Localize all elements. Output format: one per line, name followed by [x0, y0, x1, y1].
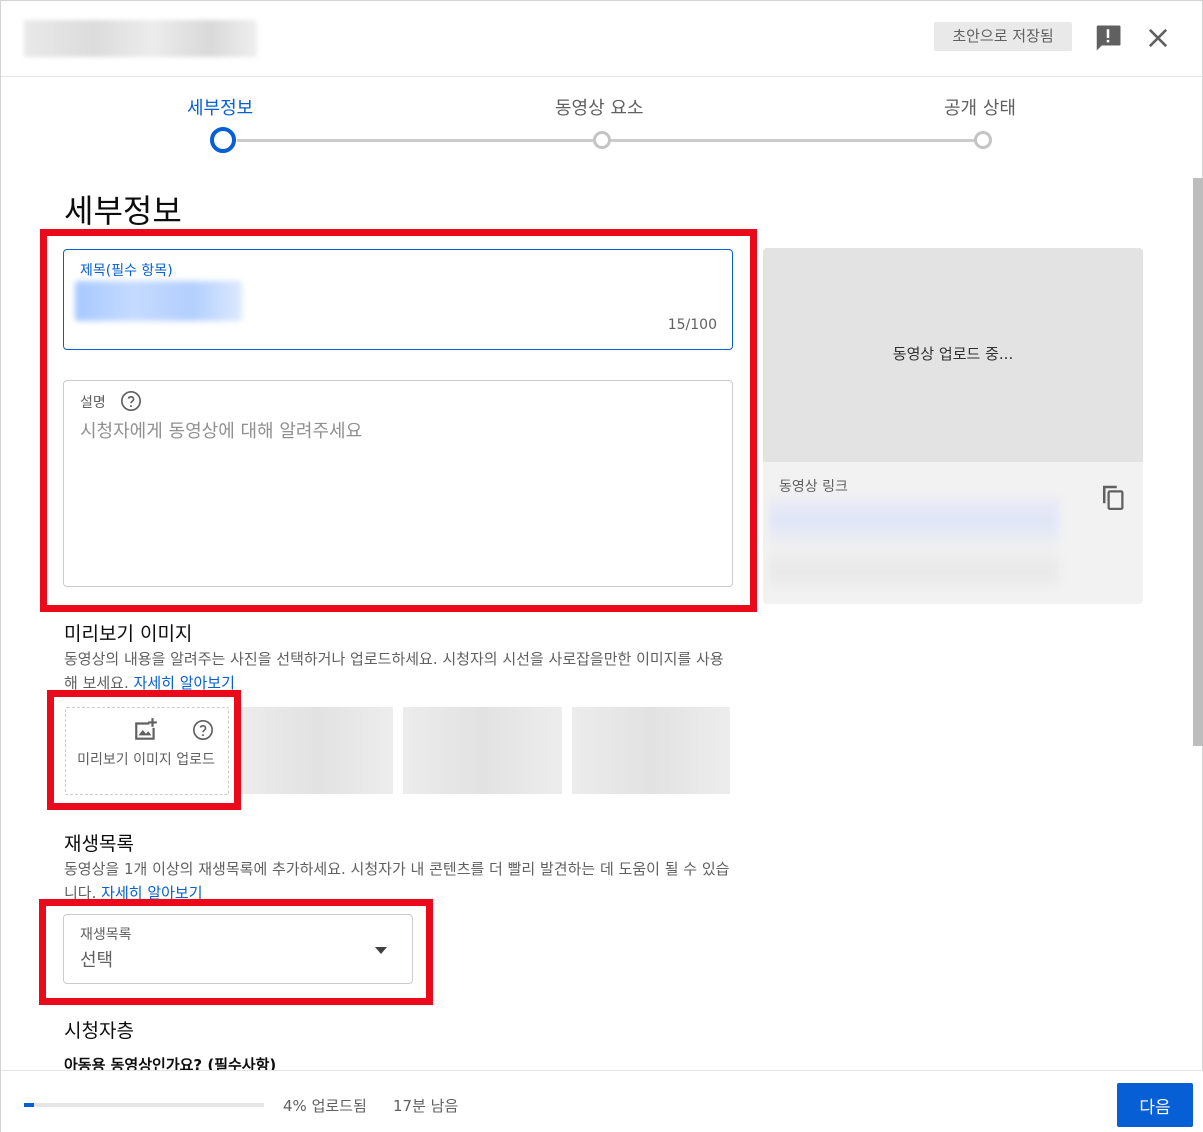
- thumbnail-option[interactable]: [241, 707, 393, 794]
- upload-time-remaining: 17분 남음: [393, 1097, 459, 1115]
- title-field-label: 제목(필수 항목): [80, 263, 173, 279]
- thumbnail-section-title: 미리보기 이미지: [64, 623, 193, 645]
- description-placeholder: 시청자에게 동영상에 대해 알려주세요: [80, 421, 363, 442]
- step-details-dot[interactable]: [210, 127, 236, 153]
- next-button[interactable]: 다음: [1117, 1083, 1193, 1127]
- video-title-redacted: [24, 20, 257, 57]
- playlist-select[interactable]: 재생목록 선택: [63, 914, 413, 984]
- upload-progress-bar: [24, 1103, 264, 1107]
- video-link-redacted[interactable]: [769, 498, 1059, 598]
- title-field[interactable]: 제목(필수 항목) 15/100: [63, 249, 733, 350]
- thumbnail-section-description: 동영상의 내용을 알려주는 사진을 선택하거나 업로드하세요. 시청자의 시선을…: [64, 647, 734, 695]
- upload-progress-fill: [24, 1103, 34, 1107]
- audience-section-title: 시청자층: [64, 1020, 134, 1042]
- help-icon[interactable]: [192, 719, 214, 741]
- draft-status-badge: 초안으로 저장됨: [934, 22, 1072, 51]
- help-icon[interactable]: [120, 390, 142, 412]
- video-preview: 동영상 업로드 중...: [763, 248, 1143, 462]
- stepper-line-1: [237, 139, 593, 142]
- close-icon[interactable]: [1144, 24, 1172, 52]
- thumbnail-option[interactable]: [572, 707, 730, 794]
- step-visibility-dot[interactable]: [974, 131, 992, 149]
- upload-progress-text: 4% 업로드됨: [283, 1097, 367, 1115]
- playlist-section-title: 재생목록: [64, 833, 134, 855]
- thumbnail-upload-label: 미리보기 이미지 업로드: [77, 752, 215, 768]
- title-char-count: 15/100: [667, 317, 717, 333]
- description-field-label: 설명: [80, 395, 106, 411]
- playlist-select-label: 재생목록: [80, 927, 132, 943]
- video-upload-status: 동영상 업로드 중...: [892, 345, 1014, 363]
- video-link-label: 동영상 링크: [779, 479, 848, 495]
- description-field[interactable]: 설명 시청자에게 동영상에 대해 알려주세요: [63, 380, 733, 587]
- step-video-elements-label[interactable]: 동영상 요소: [555, 94, 644, 120]
- step-details-label[interactable]: 세부정보: [187, 94, 253, 120]
- title-input-redacted[interactable]: [75, 281, 242, 321]
- video-preview-panel: 동영상 업로드 중... 동영상 링크: [763, 248, 1143, 604]
- dialog-header: 초안으로 저장됨: [1, 1, 1203, 77]
- dropdown-arrow-icon: [375, 947, 387, 954]
- step-video-elements-dot[interactable]: [593, 131, 611, 149]
- copy-icon[interactable]: [1098, 482, 1128, 512]
- playlist-select-value: 선택: [80, 950, 114, 971]
- step-visibility-label[interactable]: 공개 상태: [944, 94, 1016, 120]
- dialog-footer: 4% 업로드됨 17분 남음 다음: [1, 1070, 1203, 1132]
- playlist-section-description: 동영상을 1개 이상의 재생목록에 추가하세요. 시청자가 내 콘텐츠를 더 빨…: [64, 857, 734, 905]
- page-title: 세부정보: [64, 192, 182, 230]
- thumbnail-option[interactable]: [403, 707, 562, 794]
- scrollbar-thumb[interactable]: [1193, 178, 1203, 746]
- thumbnail-upload-button[interactable]: 미리보기 이미지 업로드: [65, 707, 229, 795]
- feedback-icon[interactable]: [1093, 23, 1123, 53]
- upload-dialog: 초안으로 저장됨 세부정보 동영상 요소 공개 상태 세부정보 제목(필수 항목…: [0, 0, 1203, 1132]
- add-photo-icon: [135, 718, 157, 740]
- stepper-line-2: [611, 139, 975, 142]
